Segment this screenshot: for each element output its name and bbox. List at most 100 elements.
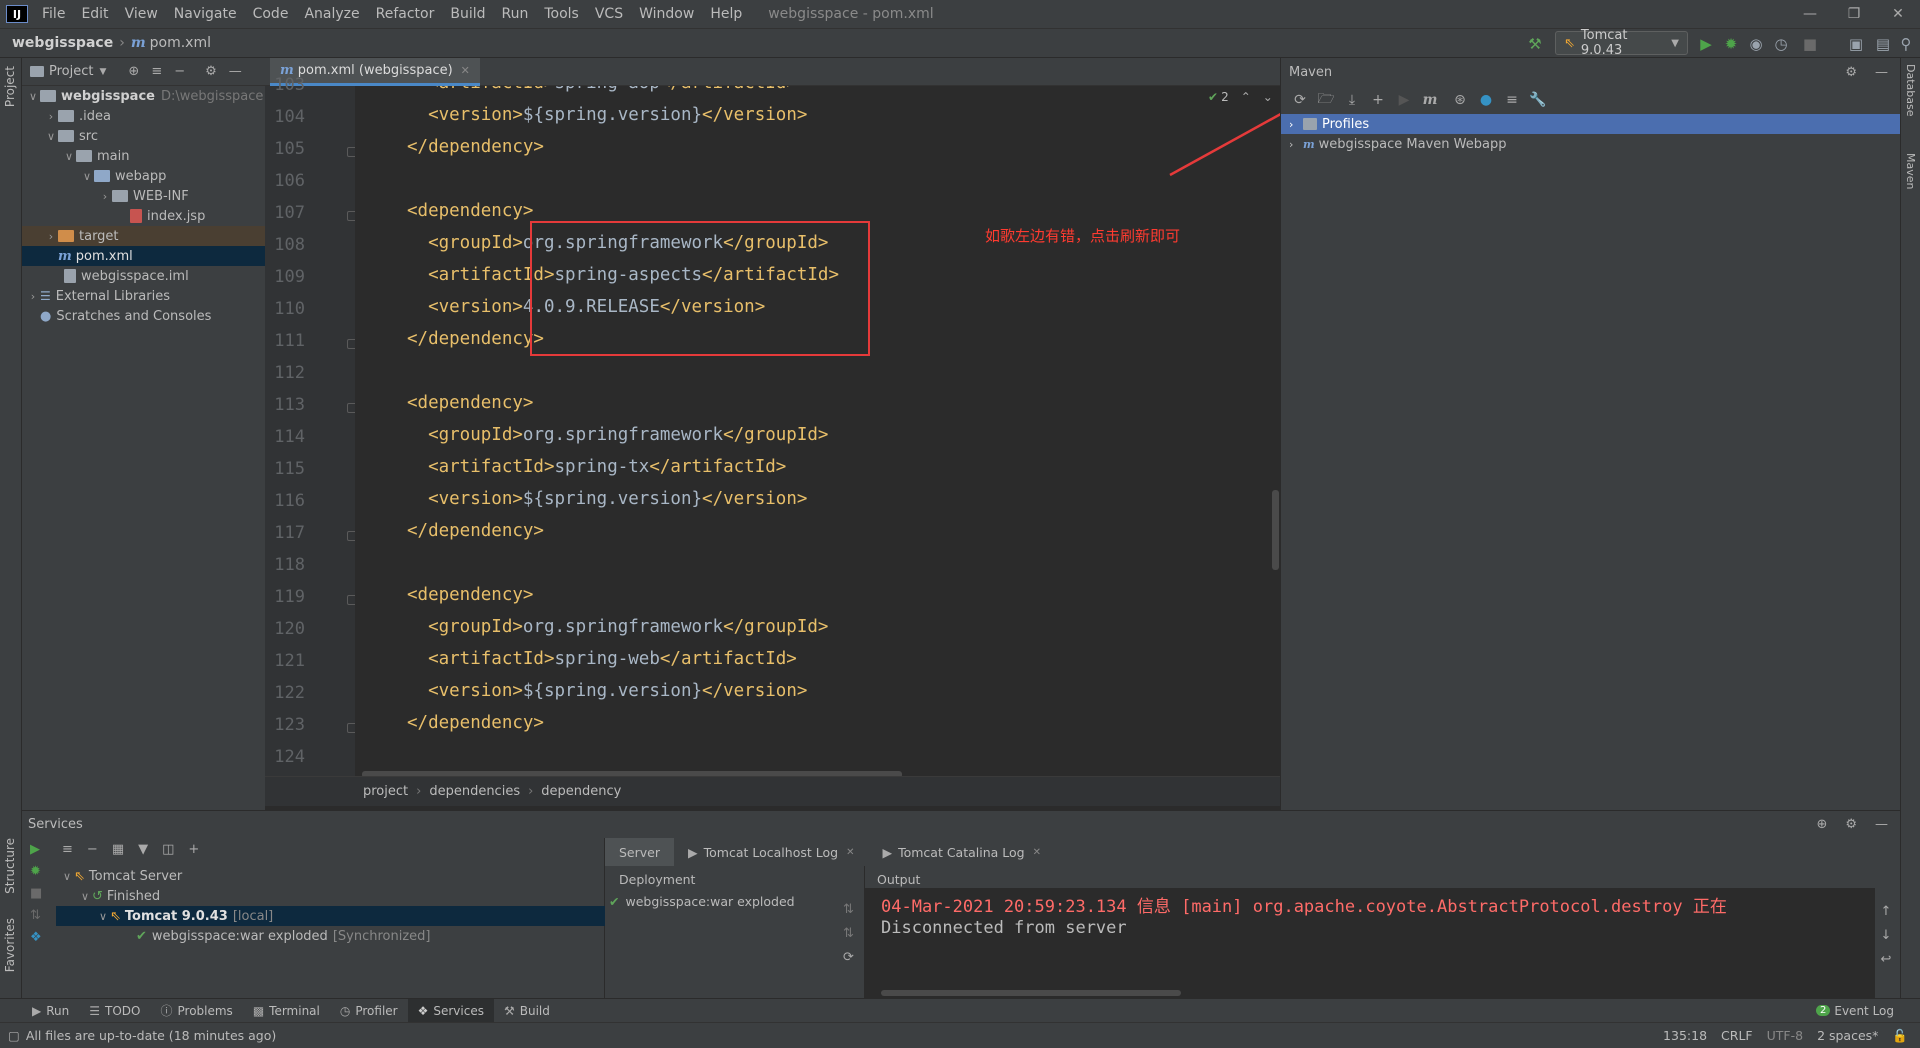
gear-icon[interactable]: ⚙	[1845, 817, 1857, 832]
tree-item-webgisspace-iml[interactable]: webgisspace.iml	[22, 266, 265, 286]
service-tomcat-server[interactable]: ∨ ⇖ Tomcat Server	[56, 866, 605, 886]
chevron-down-icon[interactable]: ∨	[96, 910, 110, 923]
structure-tool-tab[interactable]: Structure	[3, 838, 17, 894]
menu-navigate[interactable]: Navigate	[166, 6, 245, 22]
toggle-offline-icon[interactable]: ⊛	[1447, 92, 1473, 108]
chevron-right-icon[interactable]: ›	[98, 190, 112, 203]
tree-item-index-jsp[interactable]: index.jsp	[22, 206, 265, 226]
chevron-down-icon[interactable]: ∨	[62, 150, 76, 163]
close-tab-icon[interactable]: ✕	[846, 847, 854, 858]
scroll-down-icon[interactable]: ↓	[1878, 924, 1894, 948]
add-icon[interactable]: +	[1365, 92, 1391, 108]
tree-item-src[interactable]: ∨ src	[22, 126, 265, 146]
new-tab-icon[interactable]: ◫	[162, 842, 174, 857]
maven-item-profiles[interactable]: › Profiles	[1281, 114, 1901, 134]
profile-icon[interactable]: ◷	[1770, 33, 1792, 55]
chevron-right-icon[interactable]: ›	[1289, 118, 1303, 131]
menu-file[interactable]: File	[34, 6, 73, 22]
locate-icon[interactable]: ⊕	[128, 64, 139, 79]
tree-item-external-libraries[interactable]: › ☰ External Libraries	[22, 286, 265, 306]
restore-icon[interactable]: ❐	[1832, 0, 1876, 28]
gear-icon[interactable]: ⚙	[205, 64, 217, 79]
vertical-scrollbar[interactable]	[1272, 490, 1279, 570]
breadcrumb-project[interactable]: webgisspace	[12, 35, 113, 51]
hide-icon[interactable]: —	[1875, 817, 1888, 832]
scroll-up-icon[interactable]: ↑	[1878, 900, 1894, 924]
refresh-icon[interactable]: ⟳	[843, 950, 854, 965]
breadcrumb-dependencies-tag[interactable]: dependencies	[429, 784, 520, 799]
maven-tool-tab[interactable]: Maven	[1904, 153, 1917, 189]
gear-icon[interactable]: ⚙	[1845, 65, 1857, 80]
debug-icon[interactable]: ✹	[30, 864, 41, 879]
tool-build[interactable]: ⚒ Build	[494, 999, 560, 1023]
project-structure-icon[interactable]: ▣	[1845, 33, 1867, 55]
filter-icon[interactable]: ▼	[138, 842, 148, 857]
tree-item-scratches[interactable]: ● Scratches and Consoles	[22, 306, 265, 326]
service-finished[interactable]: ∨ ↺ Finished	[56, 886, 605, 906]
stop-icon[interactable]: ■	[1800, 33, 1820, 55]
tool-todo[interactable]: ☰ TODO	[79, 999, 150, 1023]
collapse-all-icon[interactable]: −	[87, 842, 98, 857]
breadcrumb-project-tag[interactable]: project	[363, 784, 408, 799]
line-separator[interactable]: CRLF	[1721, 1028, 1753, 1043]
deploy-icon[interactable]: ⇅	[30, 908, 41, 923]
breadcrumb-dependency-tag[interactable]: dependency	[541, 784, 621, 799]
soft-wrap-icon[interactable]: ↩	[1878, 948, 1894, 972]
deploy-down-icon[interactable]: ⇅	[843, 926, 854, 941]
chevron-down-icon[interactable]: ∨	[60, 870, 74, 883]
deployment-item[interactable]: ✔ webgisspace:war exploded	[609, 894, 795, 909]
menu-help[interactable]: Help	[702, 6, 750, 22]
tab-localhost-log[interactable]: ▶ Tomcat Localhost Log ✕	[674, 838, 868, 866]
project-tool-tab[interactable]: Project	[3, 66, 17, 107]
event-log-button[interactable]: 2 Event Log	[1806, 999, 1904, 1023]
tool-services[interactable]: ❖ Services	[407, 998, 494, 1023]
stop-icon[interactable]: ■	[30, 886, 42, 901]
service-artifact[interactable]: ✔ webgisspace:war exploded [Synchronized…	[56, 926, 605, 946]
collapse-all-icon[interactable]: −	[174, 64, 185, 79]
search-icon[interactable]: ⚲	[1895, 33, 1917, 55]
lock-icon[interactable]: 🔓	[1892, 1028, 1908, 1044]
caret-position[interactable]: 135:18	[1663, 1028, 1707, 1043]
menu-analyze[interactable]: Analyze	[296, 6, 367, 22]
menu-refactor[interactable]: Refactor	[368, 6, 443, 22]
indent-setting[interactable]: 2 spaces*	[1817, 1028, 1878, 1043]
menu-vcs[interactable]: VCS	[587, 6, 631, 22]
menu-build[interactable]: Build	[442, 6, 493, 22]
favorites-tool-tab[interactable]: Favorites	[3, 918, 17, 972]
chevron-down-icon[interactable]: ∨	[80, 170, 94, 183]
tab-catalina-log[interactable]: ▶ Tomcat Catalina Log ✕	[868, 838, 1055, 866]
hide-icon[interactable]: —	[1875, 65, 1888, 80]
expand-all-icon[interactable]: ≡	[151, 64, 162, 79]
tree-item-pom-xml[interactable]: m pom.xml	[22, 246, 265, 266]
tree-item-webgisspace[interactable]: ∨ webgisspace D:\webgisspace	[22, 86, 265, 106]
chevron-right-icon[interactable]: ›	[26, 290, 40, 303]
tool-profiler[interactable]: ◷ Profiler	[330, 999, 408, 1023]
coverage-icon[interactable]: ◉	[1745, 33, 1767, 55]
database-tool-tab[interactable]: Database	[1904, 64, 1917, 117]
chevron-down-icon[interactable]: ∨	[26, 90, 40, 103]
tab-server[interactable]: Server	[605, 838, 674, 866]
menu-tools[interactable]: Tools	[536, 6, 587, 22]
add-folder-icon[interactable]: 🗁	[1313, 88, 1339, 112]
chevron-down-icon[interactable]: ∨	[44, 130, 58, 143]
tree-item-target[interactable]: › target	[22, 226, 265, 246]
wrench-icon[interactable]: 🔧	[1525, 92, 1551, 108]
close-tab-icon[interactable]: ✕	[461, 64, 470, 77]
layout-icon[interactable]: ▤	[1872, 33, 1894, 55]
chevron-right-icon[interactable]: ›	[1289, 138, 1303, 151]
menu-edit[interactable]: Edit	[73, 6, 116, 22]
download-icon[interactable]: ⤓	[1339, 92, 1365, 108]
close-icon[interactable]: ✕	[1876, 0, 1920, 28]
run-icon[interactable]: ▶	[30, 842, 40, 857]
tree-item-idea[interactable]: › .idea	[22, 106, 265, 126]
chevron-down-icon[interactable]: ∨	[78, 890, 92, 903]
group-icon[interactable]: ▦	[112, 842, 124, 857]
reload-icon[interactable]: ⟳	[1287, 92, 1313, 108]
menu-window[interactable]: Window	[631, 6, 702, 22]
run-configuration-selector[interactable]: ⇖ Tomcat 9.0.43 ▼	[1555, 28, 1688, 58]
tree-item-main[interactable]: ∨ main	[22, 146, 265, 166]
maven-item-webapp[interactable]: › m webgisspace Maven Webapp	[1281, 134, 1901, 154]
add-icon[interactable]: +	[188, 842, 199, 857]
debug-icon[interactable]: ✹	[1720, 33, 1742, 55]
services-settings-icon[interactable]: ❖	[30, 930, 42, 945]
